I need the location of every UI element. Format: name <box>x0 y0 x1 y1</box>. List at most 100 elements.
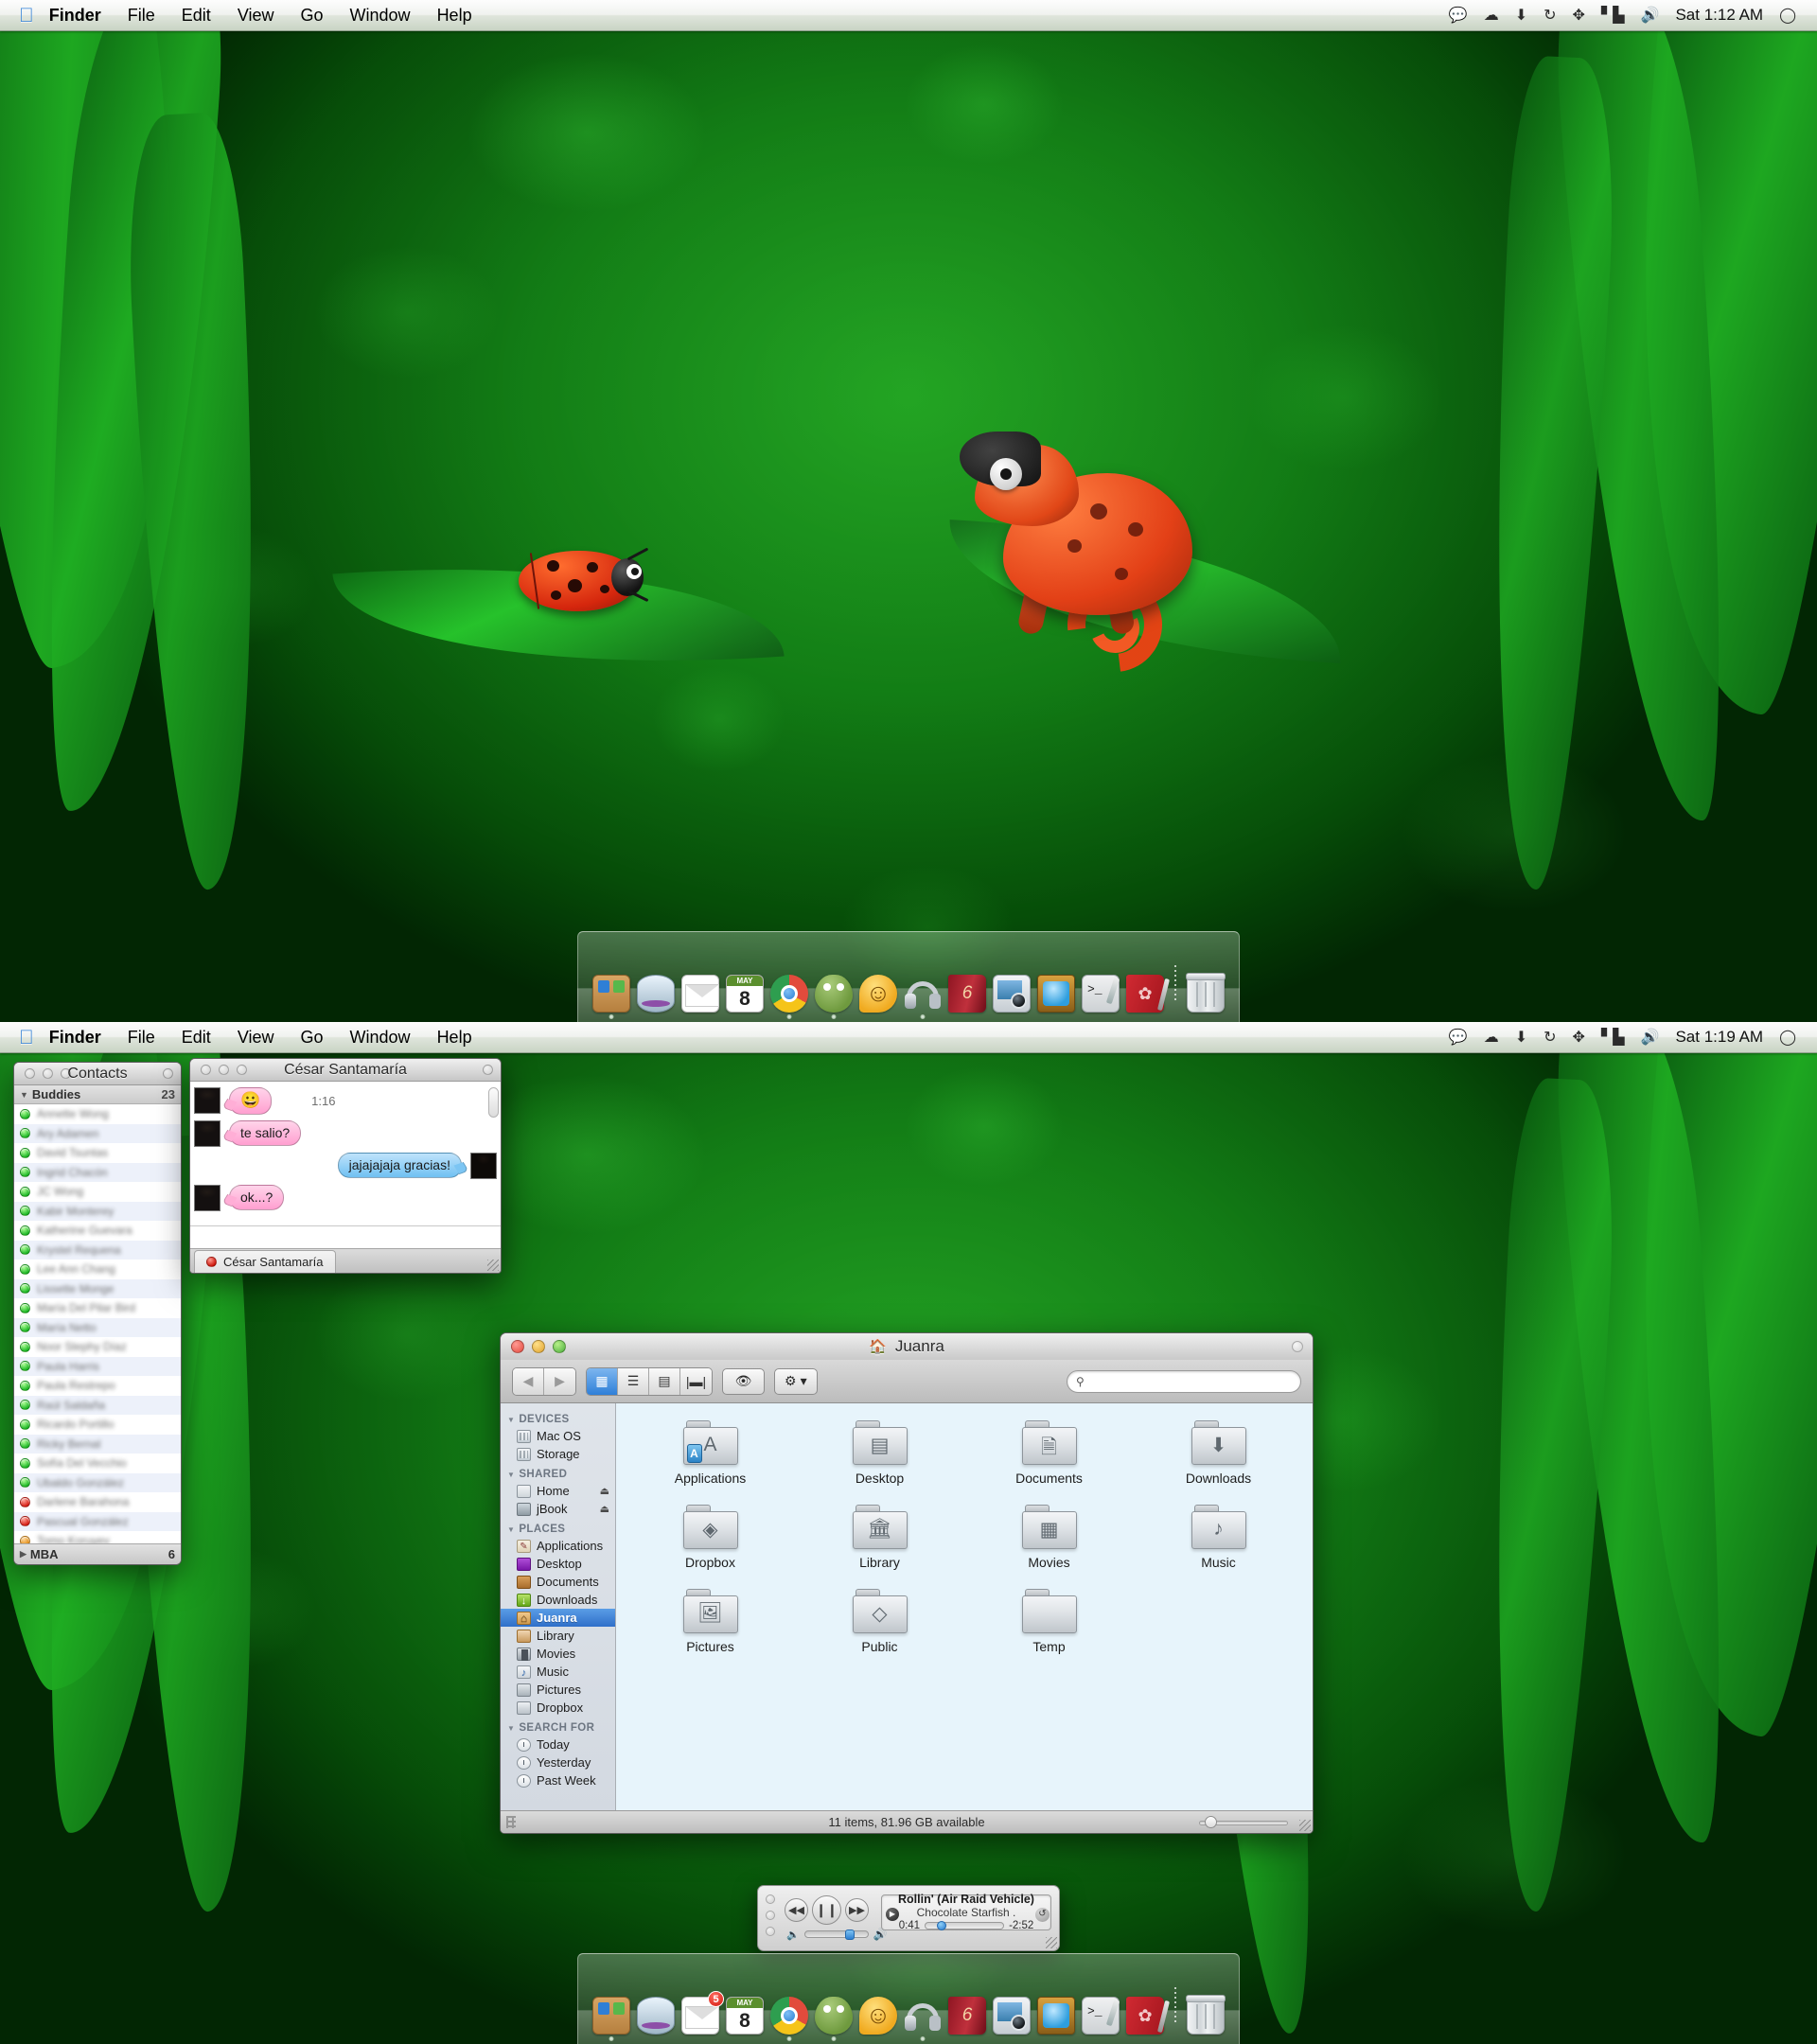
dock-item-quicktime[interactable] <box>1036 1995 1076 2035</box>
contacts-expand-button[interactable] <box>163 1068 173 1079</box>
dropbox-icon[interactable]: ☁ <box>1484 6 1499 25</box>
zoom-button[interactable] <box>766 1927 775 1936</box>
menu-item-help[interactable]: Help <box>424 1022 485 1053</box>
sidebar-item-home[interactable]: Home ⏏ <box>501 1482 615 1500</box>
forward-button[interactable]: ▶ <box>544 1367 575 1395</box>
volume-knob[interactable] <box>844 1929 855 1940</box>
window-controls[interactable] <box>14 1068 71 1079</box>
buddy-list-item[interactable]: Krystel Requena <box>14 1240 181 1260</box>
buddy-list-item[interactable]: Sofía Del Vecchio <box>14 1454 181 1473</box>
download-arrow-icon[interactable]: ⬇ <box>1515 1028 1527 1047</box>
sidebar-item-downloads[interactable]: Downloads <box>501 1591 615 1609</box>
file-item[interactable]: 🖼 Pictures <box>626 1589 795 1654</box>
window-controls[interactable] <box>766 1894 775 1936</box>
sidebar-section-header[interactable]: ▼ DEVICES <box>501 1408 615 1427</box>
now-playing-display[interactable]: Rollin' (Air Raid Vehicle) Chocolate Sta… <box>881 1894 1051 1931</box>
file-item[interactable]: ◇ Public <box>795 1589 964 1654</box>
airdrop-icon[interactable]: ✥ <box>1573 6 1585 25</box>
dock-item-terminal[interactable] <box>1081 1995 1120 2035</box>
scrollbar-thumb[interactable] <box>488 1087 499 1118</box>
dock-item-messages[interactable] <box>858 1995 898 2035</box>
finder-sidebar[interactable]: ▼ DEVICES Mac OS Storage ▼ SHARED Home ⏏ jBook ⏏ ▼… <box>501 1403 616 1810</box>
sidebar-item-movies[interactable]: Movies <box>501 1645 615 1663</box>
chat-tab[interactable]: César Santamaría <box>194 1250 336 1273</box>
menu-bar-clock[interactable]: Sat 1:12 AM <box>1675 6 1763 25</box>
sidebar-resize-grip[interactable] <box>506 1816 516 1828</box>
dock-item-itunes[interactable] <box>903 1995 943 2041</box>
menu-item-file[interactable]: File <box>115 0 168 31</box>
play-source-icon[interactable]: ▶ <box>886 1908 899 1921</box>
chat-expand-button[interactable] <box>483 1065 493 1075</box>
menu-item-go[interactable]: Go <box>288 0 337 31</box>
volume-icon[interactable]: 🔊 <box>1641 6 1660 25</box>
buddy-list-item[interactable]: María Del Pilar Bird <box>14 1298 181 1318</box>
sidebar-item-juanra[interactable]: Juanra <box>501 1609 615 1627</box>
minimize-button[interactable] <box>532 1340 545 1353</box>
previous-button[interactable]: ◀◀ <box>785 1898 808 1922</box>
back-button[interactable]: ◀ <box>513 1367 544 1395</box>
dock-item-adium[interactable] <box>814 1995 854 2041</box>
file-item[interactable]: A A Applications <box>626 1420 795 1486</box>
resize-grip[interactable] <box>487 1260 499 1271</box>
sidebar-item-music[interactable]: Music <box>501 1663 615 1681</box>
sidebar-item-storage[interactable]: Storage <box>501 1445 615 1463</box>
menu-item-view[interactable]: View <box>224 0 288 31</box>
apple-icon[interactable]:  <box>19 1028 34 1048</box>
finder-window[interactable]: 🏠 Juanra ◀ ▶ ▦ ☰ ▤ |▬| 👁 ⚙ ▾ ⚲ ▼ DEVICES Ma… <box>500 1332 1314 1834</box>
volume-icon[interactable]: 🔊 <box>1641 1028 1660 1047</box>
buddy-list-item[interactable]: Ubaldo González <box>14 1472 181 1492</box>
dock-item-iphoto[interactable] <box>992 973 1032 1013</box>
buddy-list-item[interactable]: Ary Adamen <box>14 1123 181 1143</box>
dock[interactable]: MAY 8 <box>577 931 1240 1022</box>
eject-icon[interactable]: ⏏ <box>600 1503 609 1515</box>
contacts-window[interactable]: Contacts ▼ Buddies 23 Annette Wong Ary Ad… <box>13 1062 182 1565</box>
buddy-list-item[interactable]: Raúl Saldaña <box>14 1395 181 1415</box>
file-item[interactable]: ▤ Desktop <box>795 1420 964 1486</box>
menu-item-window[interactable]: Window <box>337 0 424 31</box>
menu-bar-clock[interactable]: Sat 1:19 AM <box>1675 1028 1763 1047</box>
file-item[interactable]: ▦ Movies <box>964 1505 1134 1570</box>
window-controls[interactable] <box>501 1340 566 1353</box>
chat-window[interactable]: César Santamaría 😀 1:16 te salio? jajaja… <box>189 1058 502 1274</box>
file-item[interactable]: ⬇ Downloads <box>1134 1420 1303 1486</box>
zoom-button[interactable] <box>553 1340 566 1353</box>
toggle-toolbar-button[interactable] <box>1292 1341 1303 1352</box>
buddy-list-item[interactable]: Ricky Bernal <box>14 1434 181 1454</box>
volume-slider[interactable] <box>803 1929 869 1940</box>
view-mode-buttons[interactable]: ▦ ☰ ▤ |▬| <box>586 1366 713 1396</box>
dock-item-stacks[interactable] <box>636 1995 676 2035</box>
finder-titlebar[interactable]: 🏠 Juanra <box>501 1333 1313 1360</box>
sidebar-item-past-week[interactable]: Past Week <box>501 1771 615 1789</box>
dropbox-icon[interactable]: ☁ <box>1484 1028 1499 1047</box>
grid-view-icon[interactable]: ▦ <box>587 1367 618 1395</box>
apple-icon[interactable]:  <box>19 6 34 26</box>
file-item[interactable]: 🗎 Documents <box>964 1420 1134 1486</box>
close-button[interactable] <box>25 1068 35 1079</box>
buddies-group-header[interactable]: ▼ Buddies 23 <box>14 1085 181 1104</box>
file-item[interactable]: 🏛 Library <box>795 1505 964 1570</box>
dock-item-chrome[interactable] <box>769 1995 809 2041</box>
dock-item-iphoto[interactable] <box>992 1995 1032 2035</box>
menu-item-window[interactable]: Window <box>337 1022 424 1053</box>
menu-item-go[interactable]: Go <box>288 1022 337 1053</box>
sidebar-item-desktop[interactable]: Desktop <box>501 1555 615 1573</box>
dock-item-dictionary[interactable] <box>947 973 987 1013</box>
dock-item-calendar[interactable]: MAY 8 <box>725 1995 765 2035</box>
itunes-mini-player[interactable]: ◀◀ ❙❙ ▶▶ 🔈 🔊 Rollin' (Air Raid Vehicle) … <box>757 1885 1060 1951</box>
eject-icon[interactable]: ⏏ <box>600 1485 609 1497</box>
sidebar-item-documents[interactable]: Documents <box>501 1573 615 1591</box>
buddy-list-item[interactable]: Ingrid Chacón <box>14 1162 181 1182</box>
chat-tab-bar[interactable]: César Santamaría <box>190 1248 501 1273</box>
buddy-list[interactable]: Annette Wong Ary Adamen David Tsuntas Ingri… <box>14 1104 181 1551</box>
spotlight-search-icon[interactable]: ◯ <box>1779 6 1796 25</box>
chat-input-area[interactable] <box>190 1225 501 1248</box>
minimize-button[interactable] <box>43 1068 53 1079</box>
buddy-list-item[interactable]: Katherine Guevara <box>14 1221 181 1241</box>
next-button[interactable]: ▶▶ <box>845 1898 869 1922</box>
chat-bubble-icon[interactable]: 💬 <box>1449 6 1468 25</box>
resize-grip[interactable] <box>1299 1820 1311 1831</box>
file-item[interactable]: ♪ Music <box>1134 1505 1303 1570</box>
spotlight-search-icon[interactable]: ◯ <box>1779 1028 1796 1047</box>
sidebar-item-library[interactable]: Library <box>501 1627 615 1645</box>
buddy-list-item[interactable]: Lee Ann Chang <box>14 1260 181 1279</box>
